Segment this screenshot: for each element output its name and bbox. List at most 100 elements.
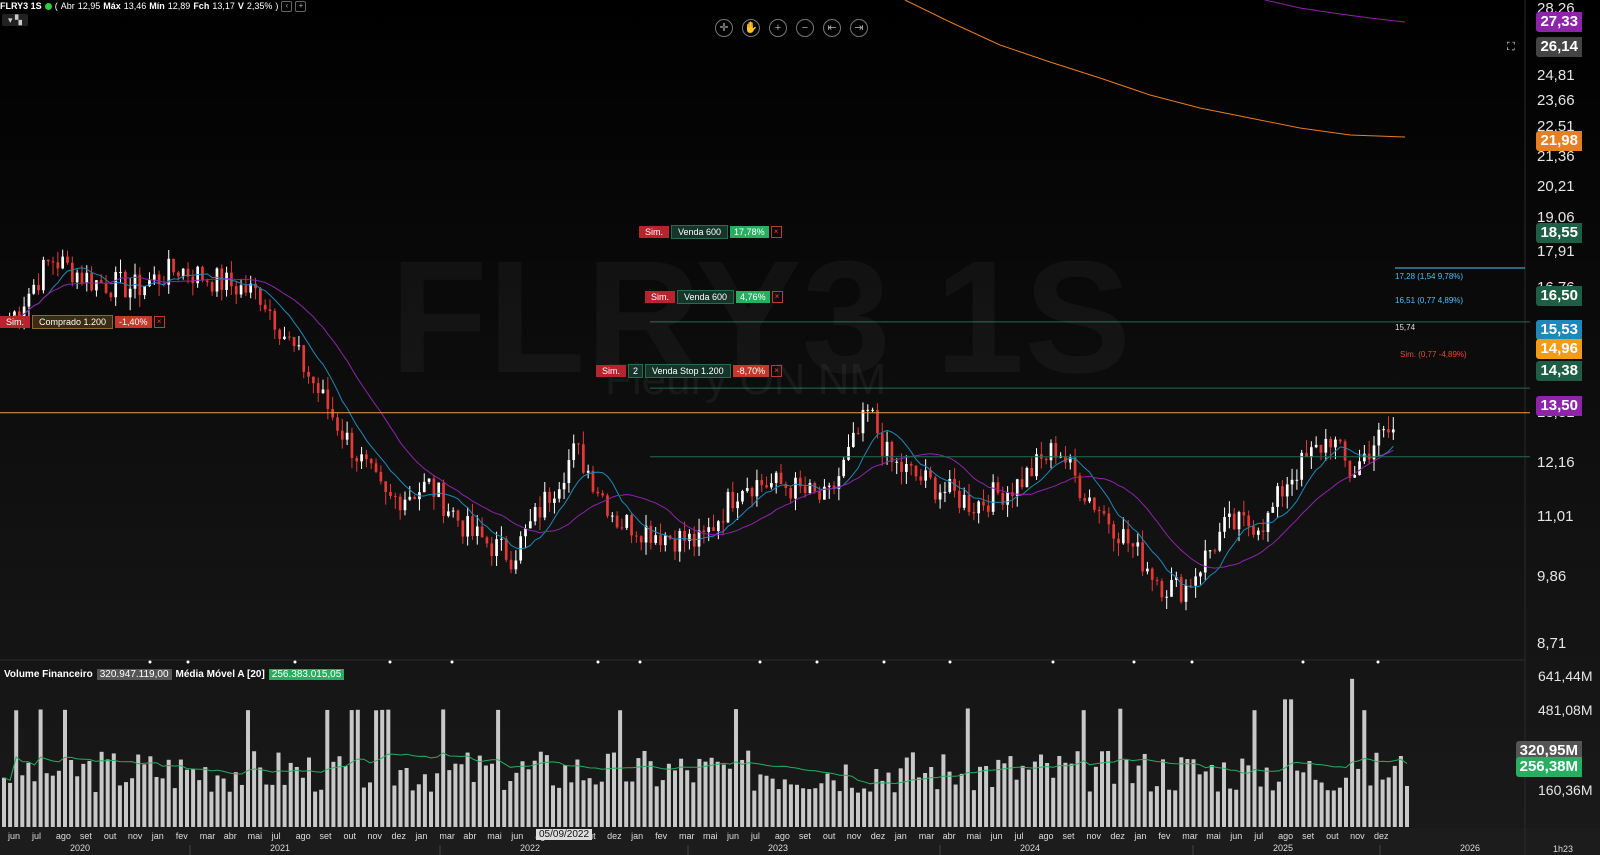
candle-body — [962, 494, 966, 508]
candle-body — [905, 463, 908, 472]
month-label: jan — [151, 831, 164, 841]
candle-body — [635, 535, 638, 537]
chart-menu-button[interactable]: ▾ ▚ — [2, 14, 28, 26]
candle-body — [504, 538, 508, 560]
volume-bar — [923, 772, 928, 827]
close-icon[interactable]: × — [153, 315, 165, 328]
close-icon[interactable]: × — [771, 364, 783, 377]
volume-bar — [355, 709, 360, 827]
candle-body — [847, 446, 850, 460]
candle-body — [765, 485, 768, 488]
volume-bar — [910, 752, 915, 827]
candle-body — [1160, 580, 1164, 598]
candle-body — [1117, 538, 1120, 544]
volume-bar — [1161, 759, 1165, 827]
candle-body — [557, 489, 561, 499]
month-label: mai — [703, 831, 718, 841]
volume-bar — [648, 761, 653, 827]
volume-ma-label: Média Móvel A [20] — [175, 669, 265, 680]
candle-body — [538, 507, 542, 518]
candle-body — [1107, 513, 1111, 525]
volume-value: 320.947.119,00 — [96, 669, 172, 680]
candle-body — [861, 409, 865, 434]
scroll-right-icon[interactable]: ⇥ — [850, 19, 868, 37]
volume-bar — [32, 781, 37, 827]
volume-bar — [709, 757, 714, 827]
chart-window[interactable]: jun jul ago set out nov jan fev mar abr mai jul ago s… — [0, 0, 1600, 855]
candle-body — [1025, 467, 1029, 488]
candle-body — [509, 559, 513, 570]
month-label: mar — [679, 831, 695, 841]
volume-bar — [178, 759, 183, 827]
volume-bar — [520, 761, 525, 827]
volume-bar — [825, 773, 830, 827]
candle-body — [524, 528, 527, 537]
sim-badge: Sim. — [639, 225, 669, 238]
event-dot — [1301, 660, 1305, 664]
month-label: abr — [943, 831, 956, 841]
close-icon[interactable]: × — [770, 225, 782, 238]
volume-bar — [203, 767, 208, 827]
event-dot — [948, 660, 952, 664]
hand-icon[interactable]: ✋ — [742, 19, 760, 37]
candle-body — [403, 499, 407, 511]
month-label: jun — [510, 831, 523, 841]
candle-body — [46, 259, 50, 262]
candle-body — [379, 471, 383, 482]
order-sell-600-a[interactable]: Sim. Venda 600 17,78% × — [639, 224, 782, 239]
volume-bar — [801, 788, 806, 827]
month-label: set — [1302, 831, 1315, 841]
candle-body — [721, 521, 725, 523]
candle-body — [205, 280, 209, 283]
volume-bar — [270, 784, 275, 827]
candle-body — [514, 560, 518, 570]
volume-bar — [1264, 767, 1269, 827]
candle-body — [967, 494, 971, 512]
order-sell-600-b[interactable]: Sim. Venda 600 4,76% × — [645, 289, 783, 304]
scroll-left-icon[interactable]: ⇤ — [823, 19, 841, 37]
candle-body — [673, 538, 677, 552]
volume-bar — [50, 775, 55, 827]
event-dot — [186, 660, 190, 664]
volume-bar — [2, 777, 6, 827]
volume-bar — [862, 788, 867, 827]
crosshair-icon[interactable]: ✛ — [715, 19, 733, 37]
zoom-in-icon[interactable]: + — [769, 19, 787, 37]
year-label: 2023 — [768, 843, 788, 853]
event-dot — [596, 660, 600, 664]
candle-body — [109, 292, 113, 298]
month-label: jun — [726, 831, 739, 841]
volume-bar — [1154, 786, 1159, 827]
volume-bar — [496, 709, 501, 827]
add-indicator-icon[interactable]: + — [295, 0, 307, 12]
candle-body — [1319, 444, 1323, 453]
candle-body — [1276, 486, 1279, 507]
event-dot — [1376, 660, 1380, 664]
candlestick-chart[interactable]: jun jul ago set out nov jan fev mar abr mai jul ago s… — [0, 0, 1600, 855]
volume-bar — [849, 787, 854, 827]
candle-body — [263, 304, 267, 310]
candle-body — [977, 501, 981, 514]
candle-body — [601, 493, 604, 496]
volume-bar — [1398, 756, 1403, 827]
candle-body — [312, 376, 315, 384]
ticker-symbol[interactable]: FLRY3 1S — [0, 1, 42, 11]
chart-toolbar: ✛ ✋ + − ⇤ ⇥ — [715, 19, 868, 37]
candle-body — [1049, 443, 1053, 461]
candle-body — [1329, 438, 1332, 448]
volume-bar — [1386, 777, 1391, 827]
candle-body — [1184, 585, 1188, 602]
candle-body — [871, 409, 874, 411]
candle-body — [572, 443, 576, 460]
zoom-out-icon[interactable]: − — [796, 19, 814, 37]
candle-body — [794, 477, 797, 499]
order-sell-stop-1200[interactable]: Sim. 2 Venda Stop 1.200 -8,70% × — [596, 363, 783, 378]
crosshair-lock-icon[interactable]: ⛶ — [1507, 41, 1515, 54]
volume-bar — [1301, 772, 1306, 827]
close-icon[interactable]: × — [771, 290, 783, 303]
order-bought-1200[interactable]: Sim. Comprado 1.200 -1,40% × — [0, 314, 165, 329]
candle-body — [1088, 497, 1091, 502]
collapse-icon[interactable]: ‹ — [281, 0, 293, 12]
volume-bar — [239, 784, 244, 827]
volume-bar — [1179, 757, 1184, 827]
